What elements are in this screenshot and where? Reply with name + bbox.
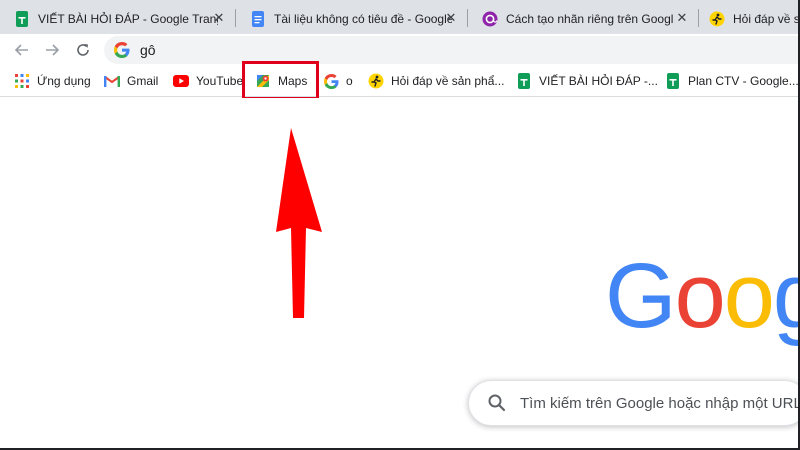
bookmark-youtube[interactable]: YouTube bbox=[173, 71, 243, 91]
bookmark-label: Plan CTV - Google... bbox=[688, 74, 799, 88]
google-search-box[interactable]: Tìm kiếm trên Google hoặc nhập một URL bbox=[468, 380, 800, 426]
close-icon[interactable]: ✕ bbox=[674, 10, 690, 26]
bookmark-gmail[interactable]: Gmail bbox=[104, 71, 158, 91]
reload-icon bbox=[77, 44, 89, 56]
google-sheets-icon bbox=[14, 10, 30, 27]
google-g-icon bbox=[114, 42, 130, 58]
bookmark-label: VIẾT BÀI HỎI ĐÁP -... bbox=[539, 74, 658, 88]
back-button[interactable] bbox=[10, 38, 34, 62]
runner-icon bbox=[368, 73, 384, 89]
bookmarks-bar: Ứng dụng Gmail YouTube Maps o Hỏi đáp về… bbox=[0, 65, 800, 97]
search-icon bbox=[488, 394, 506, 412]
google-logo-letter: o bbox=[674, 245, 726, 347]
bookmark-hoi-dap[interactable]: Hỏi đáp về sản phẩ... bbox=[368, 71, 504, 91]
bookmark-viet-bai[interactable]: VIẾT BÀI HỎI ĐÁP -... bbox=[516, 71, 658, 91]
toolbar: gô bbox=[0, 34, 800, 65]
reload-button[interactable] bbox=[71, 38, 95, 62]
tab-title: Cách tạo nhãn riêng trên Google Maps bbox=[506, 11, 674, 26]
address-text: gô bbox=[140, 42, 156, 58]
google-logo-letter: o bbox=[723, 245, 775, 347]
bookmark-plan-ctv[interactable]: Plan CTV - Google... bbox=[665, 71, 799, 91]
back-arrow-icon bbox=[14, 44, 28, 56]
bookmark-label: Ứng dụng bbox=[37, 74, 91, 88]
at-sign-icon bbox=[482, 11, 498, 27]
search-placeholder: Tìm kiếm trên Google hoặc nhập một URL bbox=[520, 394, 800, 412]
close-icon[interactable]: ✕ bbox=[211, 10, 227, 26]
tab-tai-lieu[interactable]: Tài liệu không có tiêu đề - Google Tài l… bbox=[236, 3, 467, 34]
tab-title: Hỏi đáp về sản phẩm bbox=[733, 11, 800, 26]
forward-button[interactable] bbox=[40, 38, 64, 62]
tab-strip: VIẾT BÀI HỎI ĐÁP - Google Trang tính ✕ T… bbox=[0, 0, 800, 34]
runner-icon bbox=[709, 11, 725, 27]
youtube-icon bbox=[173, 73, 189, 89]
tab-title: VIẾT BÀI HỎI ĐÁP - Google Trang tính bbox=[38, 11, 218, 26]
google-logo-letter: g bbox=[772, 245, 800, 347]
bookmark-google[interactable]: o bbox=[323, 71, 353, 91]
google-sheets-icon bbox=[665, 73, 681, 89]
tab-viet-bai-hoi-dap[interactable]: VIẾT BÀI HỎI ĐÁP - Google Trang tính ✕ bbox=[0, 3, 235, 34]
apps-grid-icon bbox=[14, 73, 30, 89]
address-bar[interactable]: gô bbox=[104, 36, 800, 64]
close-icon[interactable]: ✕ bbox=[443, 10, 459, 26]
bookmark-label: Hỏi đáp về sản phẩ... bbox=[391, 74, 505, 88]
google-g-icon bbox=[323, 73, 339, 89]
bookmark-apps[interactable]: Ứng dụng bbox=[14, 71, 91, 91]
tab-title: Tài liệu không có tiêu đề - Google Tài l… bbox=[274, 11, 452, 26]
tab-hoi-dap[interactable]: Hỏi đáp về sản phẩm bbox=[699, 3, 800, 34]
bookmark-label: YouTube bbox=[196, 74, 244, 88]
bookmark-label: o bbox=[346, 74, 353, 88]
bookmark-label: Gmail bbox=[127, 74, 159, 88]
maps-highlight-box bbox=[242, 61, 319, 100]
gmail-icon bbox=[104, 73, 120, 89]
google-docs-icon bbox=[250, 10, 266, 27]
google-sheets-icon bbox=[516, 73, 532, 89]
google-logo: Goog bbox=[605, 250, 800, 342]
red-arrow-annotation bbox=[276, 128, 322, 318]
google-logo-letter: G bbox=[605, 245, 677, 347]
tab-cach-tao-nhan[interactable]: Cách tạo nhãn riêng trên Google Maps ✕ bbox=[468, 3, 698, 34]
forward-arrow-icon bbox=[46, 44, 60, 56]
